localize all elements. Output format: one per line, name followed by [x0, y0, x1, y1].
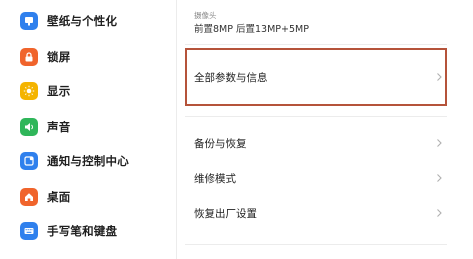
repair-mode-row[interactable]: 维修模式: [194, 167, 443, 189]
repair-mode-label: 维修模式: [194, 172, 236, 185]
sidebar-item-label: 通知与控制中心: [47, 154, 129, 168]
chevron-right-icon: [437, 174, 442, 182]
camera-spec-label: 摄像头: [194, 11, 217, 20]
wallpaper-icon: [20, 12, 38, 30]
settings-screen: 壁纸与个性化 锁屏 显示 声音 通知与控制中心 桌面 手写笔和键盘 摄像头 前置…: [0, 0, 473, 259]
about-phone-panel: 摄像头 前置8MP 后置13MP+5MP 全部参数与信息 备份与恢复 维修模式 …: [185, 0, 447, 259]
home-icon: [20, 188, 38, 206]
sidebar-item-label: 声音: [47, 120, 71, 134]
keyboard-icon: [20, 222, 38, 240]
sun-icon: [20, 82, 38, 100]
lock-icon: [20, 48, 38, 66]
backup-restore-row[interactable]: 备份与恢复: [194, 132, 443, 154]
camera-spec-value: 前置8MP 后置13MP+5MP: [194, 24, 309, 35]
sidebar-item-label: 手写笔和键盘: [47, 224, 118, 238]
factory-reset-label: 恢复出厂设置: [194, 207, 257, 220]
sidebar-item-stylus-keyboard[interactable]: 手写笔和键盘: [20, 220, 117, 242]
section-divider: [185, 244, 447, 245]
sidebar-item-display[interactable]: 显示: [20, 80, 70, 102]
sidebar-item-lockscreen[interactable]: 锁屏: [20, 46, 70, 68]
sidebar-item-wallpaper[interactable]: 壁纸与个性化: [20, 10, 117, 32]
sidebar-item-label: 显示: [47, 84, 71, 98]
all-specs-row[interactable]: 全部参数与信息: [194, 66, 443, 88]
chevron-right-icon: [437, 209, 442, 217]
speaker-icon: [20, 118, 38, 136]
chevron-right-icon: [437, 73, 442, 81]
settings-sidebar: 壁纸与个性化 锁屏 显示 声音 通知与控制中心 桌面 手写笔和键盘: [0, 0, 165, 259]
factory-reset-row[interactable]: 恢复出厂设置: [194, 202, 443, 224]
section-divider: [185, 44, 447, 45]
pane-divider: [176, 0, 177, 259]
sidebar-item-desktop[interactable]: 桌面: [20, 186, 70, 208]
sidebar-item-sound[interactable]: 声音: [20, 116, 70, 138]
backup-restore-label: 备份与恢复: [194, 137, 247, 150]
sidebar-item-label: 壁纸与个性化: [47, 14, 118, 28]
sidebar-item-label: 桌面: [47, 190, 71, 204]
sidebar-item-notifications[interactable]: 通知与控制中心: [20, 150, 129, 172]
chevron-right-icon: [437, 139, 442, 147]
sidebar-item-label: 锁屏: [47, 50, 71, 64]
notification-icon: [20, 152, 38, 170]
all-specs-label: 全部参数与信息: [194, 71, 268, 84]
section-divider: [185, 116, 447, 117]
